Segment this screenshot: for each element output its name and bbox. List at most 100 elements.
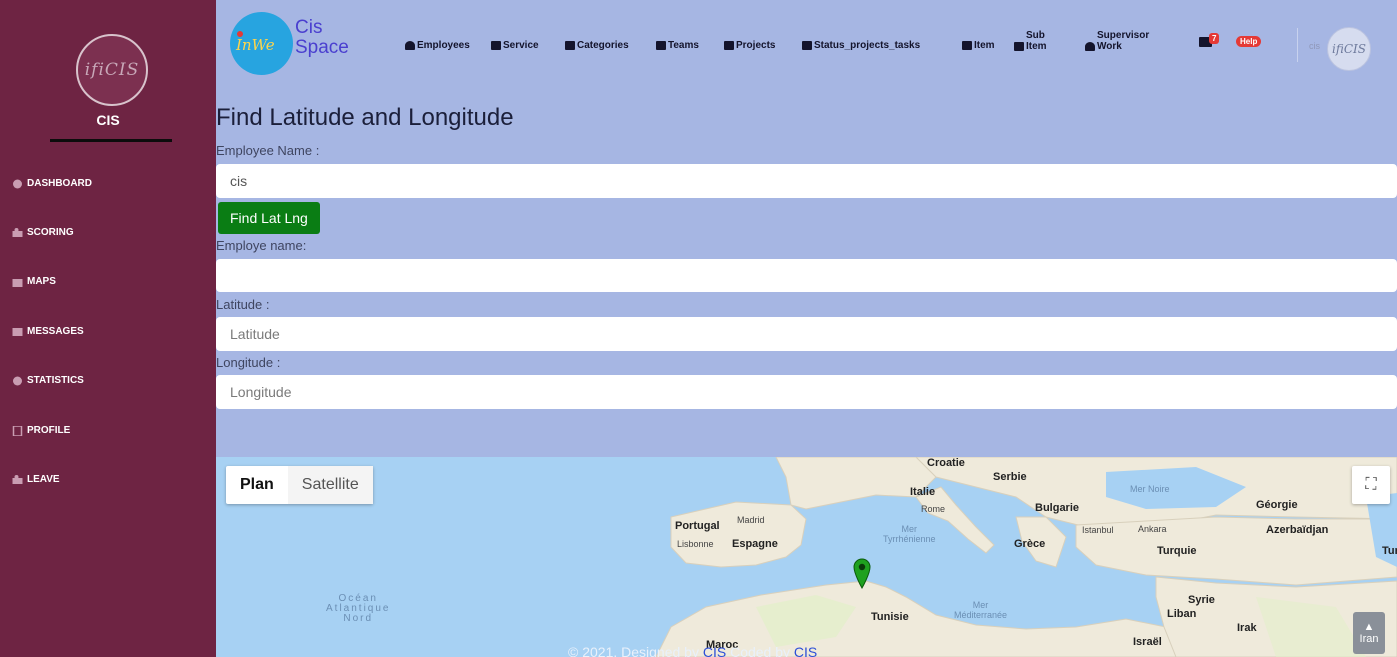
employee-name-label: Employee Name : [216,143,320,158]
nav-sub-item[interactable]: Sub Item [1014,30,1047,52]
nav-teams[interactable]: Teams [656,40,699,51]
brand-name-line1: Cis [295,17,323,38]
map-label-madrid: Madrid [737,515,765,525]
nav-employees[interactable]: Employees [405,40,470,51]
nav-label: Categories [577,40,629,51]
map-label-iran: Iran [1359,633,1379,645]
sidebar-item-label: LEAVE [27,474,60,485]
fullscreen-icon[interactable]: ⛶ [1352,466,1390,504]
map-label-lisbonne: Lisbonne [677,539,714,549]
footer-copyright: © 2021. Designed by CIS Coded by CIS [568,644,817,657]
map-type-control: Plan Satellite [226,466,373,504]
sidebar-item-label: MESSAGES [27,326,84,337]
sidebar-logo-text: ifiCIS [84,60,140,80]
map-label-ocean: Océan Atlantique Nord [326,594,390,624]
employe-name-input[interactable] [216,259,1397,292]
nav-categories[interactable]: Categories [565,40,629,51]
sidebar-item-messages[interactable]: MESSAGES [12,326,84,337]
sidebar-item-label: PROFILE [27,425,71,436]
sidebar: ifiCIS CIS DASHBOARD SCORING MAPS MESSAG… [0,0,216,657]
nav-label: Teams [668,40,699,51]
map-tab-satellite[interactable]: Satellite [287,466,373,504]
nav-label: Supervisor [1097,30,1150,41]
footer-prefix: © 2021. Designed by [568,644,703,657]
sidebar-item-label: STATISTICS [27,375,84,386]
nav-label: Work [1097,41,1122,52]
user-icon [405,41,415,50]
find-lat-lng-button[interactable]: Find Lat Lng [218,202,320,234]
map-marker-icon[interactable] [853,557,871,589]
sidebar-item-leave[interactable]: LEAVE [12,474,60,485]
map-label-israel: Israël [1133,636,1162,648]
sidebar-item-scoring[interactable]: SCORING [12,227,74,238]
map-view[interactable]: Croatie Serbie Italie Rome Bulgarie Port… [216,457,1397,657]
maps-icon [12,278,23,287]
nav-status-projects-tasks[interactable]: Status_projects_tasks [802,40,920,51]
map-label-line: Mer [901,524,918,534]
brand-logo-text: InWe [236,36,275,54]
help-button[interactable]: Help [1236,36,1262,47]
truck-icon [724,41,734,50]
map-label-liban: Liban [1167,608,1197,620]
desktop-icon [1014,41,1024,51]
scroll-to-top-button[interactable]: ▲ Iran [1353,612,1385,654]
nav-supervisor-work[interactable]: Supervisor Work [1085,30,1149,52]
profile-icon [12,425,23,436]
nav-label: Item [974,40,995,51]
map-label-turquie: Turquie [1157,545,1197,557]
nav-service[interactable]: Service [491,40,539,51]
leave-icon [12,474,23,484]
map-tab-plan[interactable]: Plan [226,466,288,504]
sidebar-item-dashboard[interactable]: DASHBOARD [12,178,92,189]
folder-icon [565,41,575,50]
sidebar-logo[interactable]: ifiCIS [76,34,148,106]
longitude-input[interactable]: Longitude [216,375,1397,409]
chevron-up-icon: ▲ [1363,621,1375,633]
map-label-irak: Irak [1237,622,1257,634]
map-label-ankara: Ankara [1138,524,1167,534]
dashboard-icon [13,179,22,188]
user-avatar[interactable]: ifiCIS [1327,27,1371,71]
map-label-serbie: Serbie [993,471,1027,483]
map-land [655,457,1397,657]
nav-label: Employees [417,40,470,51]
nav-label: Status_projects_tasks [814,40,921,51]
longitude-placeholder: Longitude [230,384,292,400]
map-label-rome: Rome [921,504,946,514]
map-label-syrie: Syrie [1188,594,1215,606]
avatar-text: ifiCIS [1332,42,1366,56]
map-label-mer-noire: Mer Noire [1130,484,1170,494]
map-label-line: Nord [343,613,374,624]
map-label-croatie: Croatie [927,457,965,469]
user-icon [1085,41,1095,51]
footer-brand-link[interactable]: CIS [794,644,817,657]
nav-label: Projects [736,40,776,51]
user-name: cis [1309,41,1320,51]
map-label-italie: Italie [910,486,936,498]
map-label-istanbul: Istanbul [1082,525,1114,535]
nav-label: Item [1026,41,1047,52]
sidebar-item-statistics[interactable]: STATISTICS [12,375,84,386]
map-label-bulgarie: Bulgarie [1035,502,1080,514]
map-label-grece: Grèce [1014,538,1046,550]
brand-name[interactable]: Cis Space [295,18,349,58]
employee-name-input[interactable]: cis [216,164,1397,198]
top-navbar: InWe Cis Space Employees Service Categor… [216,0,1397,80]
map-label-espagne: Espagne [732,538,778,550]
footer-middle: Coded by [726,644,794,657]
sidebar-item-label: DASHBOARD [27,178,92,189]
map-label-portugal: Portugal [675,520,720,532]
map-label-mer-tyrrhenienne: Mer Tyrrhénienne [883,524,936,544]
map-label-mer-mediterranee: Mer Méditerranée [954,600,1007,620]
sidebar-item-maps[interactable]: MAPS [12,276,56,287]
nav-projects[interactable]: Projects [724,40,775,51]
main-content: Find Latitude and Longitude Employee Nam… [216,80,1397,457]
latitude-input[interactable]: Latitude [216,317,1397,351]
footer-brand-link[interactable]: CIS [703,644,726,657]
image-icon [962,41,972,50]
nav-item[interactable]: Item [962,40,995,51]
truck-icon [802,41,812,50]
map-label-line: Tyrrhénienne [883,534,936,544]
map-label-tur: Tur [1382,545,1397,557]
sidebar-item-profile[interactable]: PROFILE [12,425,70,436]
